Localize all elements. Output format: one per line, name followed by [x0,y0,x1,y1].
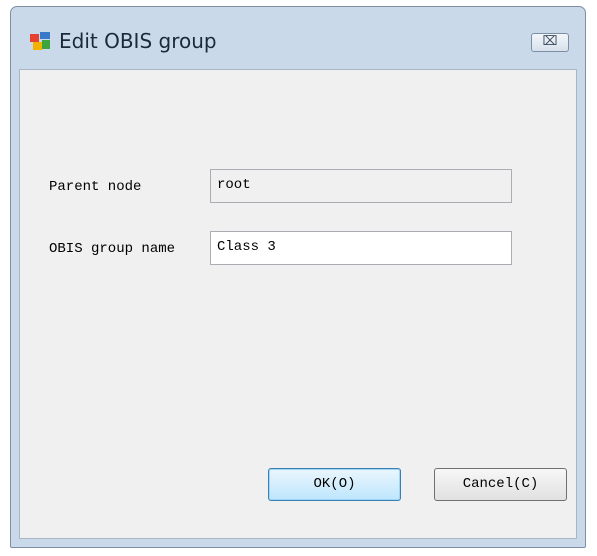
obis-group-name-label: OBIS group name [49,241,176,257]
dialog-body: Parent node root OBIS group name Class 3… [19,69,577,539]
parent-node-label: Parent node [49,179,142,195]
app-icon [30,32,50,50]
cancel-button[interactable]: Cancel(C) [434,468,567,501]
title-bar[interactable]: Edit OBIS group ⌧ [11,7,585,77]
obis-group-name-input[interactable]: Class 3 [210,231,512,265]
cancel-button-label: Cancel(C) [462,476,539,492]
obis-group-name-value: Class 3 [217,239,276,255]
parent-node-value: root [217,177,251,193]
parent-node-field: root [210,169,512,203]
window-title: Edit OBIS group [59,29,217,53]
ok-button-label: OK(O) [313,476,356,492]
ok-button[interactable]: OK(O) [268,468,401,501]
edit-obis-group-dialog: Edit OBIS group ⌧ Parent node root OBIS … [10,6,586,548]
close-button[interactable]: ⌧ [531,33,569,52]
close-icon: ⌧ [542,34,558,49]
